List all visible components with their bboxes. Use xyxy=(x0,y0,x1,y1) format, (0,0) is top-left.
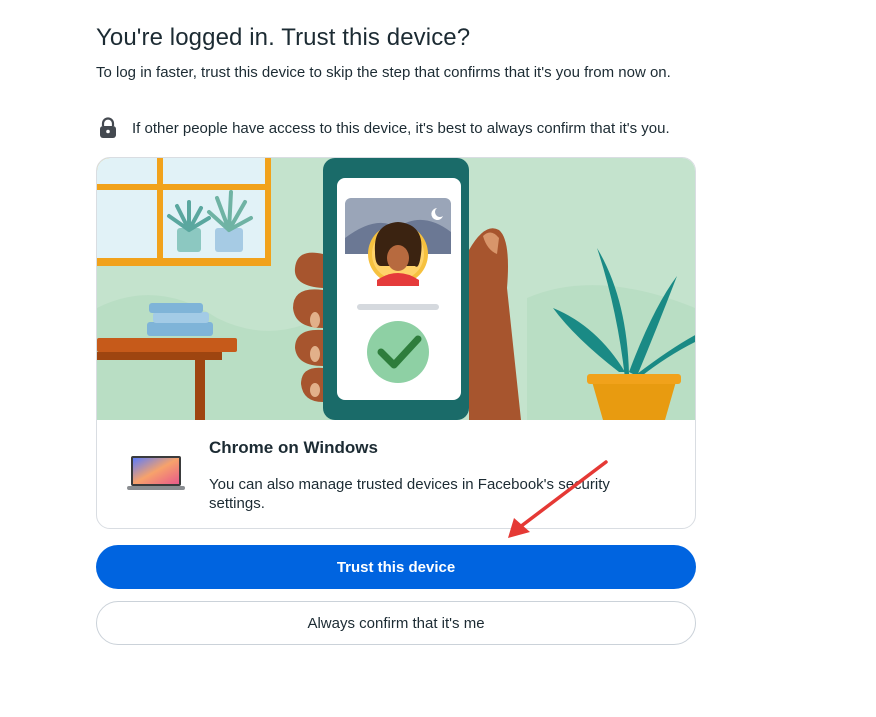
device-card: Chrome on Windows You can also manage tr… xyxy=(96,157,696,529)
lock-icon xyxy=(100,117,116,138)
trust-device-illustration xyxy=(97,158,695,420)
page-subtitle: To log in faster, trust this device to s… xyxy=(96,64,671,81)
device-name: Chrome on Windows xyxy=(209,438,378,457)
notice-text: If other people have access to this devi… xyxy=(132,119,670,137)
device-info: Chrome on Windows You can also manage tr… xyxy=(97,420,695,528)
device-description: You can also manage trusted devices in F… xyxy=(209,476,610,512)
trust-device-button[interactable]: Trust this device xyxy=(96,545,696,589)
always-confirm-button[interactable]: Always confirm that it's me xyxy=(96,601,696,645)
shared-device-notice: If other people have access to this devi… xyxy=(96,116,670,140)
laptop-icon xyxy=(127,456,185,490)
page-title: You're logged in. Trust this device? xyxy=(96,24,471,51)
